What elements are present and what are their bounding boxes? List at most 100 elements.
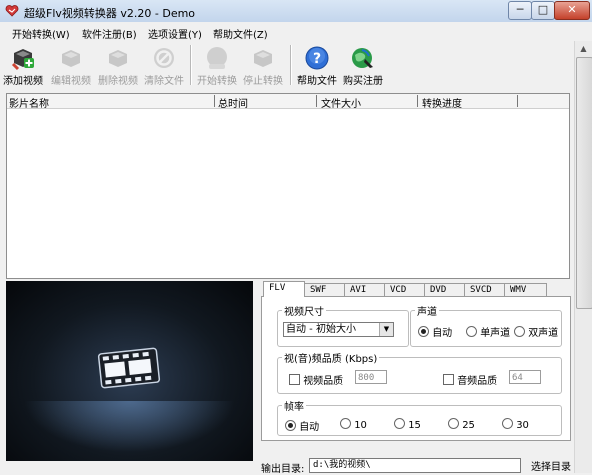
close-button[interactable]: ✕ [554,1,590,20]
stop-convert-button[interactable]: 停止转换 [240,41,286,89]
flv-settings-panel: 视频尺寸 自动 - 初始大小 ▼ 声道 自动 单声道 双声道 视(音)频品质 (… [261,296,571,441]
audio-quality-label: 音频品质 [457,376,498,387]
column-total-time[interactable]: 总时间 [218,95,248,110]
start-convert-label: 开始转换 [197,76,237,87]
video-quality-checkbox[interactable]: 视频品质 [289,372,343,387]
delete-video-button[interactable]: 删除视频 [95,41,141,89]
scroll-thumb[interactable] [576,57,592,309]
menu-register[interactable]: 软件注册(B) [82,26,137,41]
column-divider[interactable] [517,95,518,107]
radio-icon [340,418,351,429]
tab-vcd[interactable]: VCD [384,283,425,296]
stop-convert-icon [254,50,272,67]
radio-icon [394,418,405,429]
delete-video-icon [109,50,127,67]
menu-options[interactable]: 选项设置(Y) [148,26,202,41]
channel-stereo-label: 双声道 [528,328,559,339]
framerate-30-label: 30 [516,420,529,431]
vertical-scrollbar[interactable]: ▲ [574,41,592,473]
scroll-up-arrow-icon[interactable]: ▲ [575,41,592,57]
video-quality-input[interactable]: 800 [355,370,387,384]
tab-svcd[interactable]: SVCD [464,283,505,296]
framerate-25-radio[interactable]: 25 [448,418,475,431]
toolbar-separator [290,45,292,85]
menu-start-convert[interactable]: 开始转换(W) [12,26,70,41]
add-video-button[interactable]: 添加视频 [0,41,46,89]
minimize-icon: ─ [516,3,524,16]
help-label: 帮助文件 [297,76,337,87]
radio-icon [466,326,477,337]
start-convert-icon [207,47,227,69]
framerate-auto-radio[interactable]: 自动 [285,418,319,433]
framerate-15-radio[interactable]: 15 [394,418,421,431]
radio-selected-icon [285,420,296,431]
quality-legend: 视(音)频品质 (Kbps) [284,354,378,365]
framerate-10-label: 10 [354,420,367,431]
video-size-select[interactable]: 自动 - 初始大小 ▼ [283,322,394,337]
framerate-10-radio[interactable]: 10 [340,418,367,431]
tab-dvd[interactable]: DVD [424,283,465,296]
title-bar: 超级Flv视频转换器 v2.20 - Demo ─ □ ✕ [0,0,592,23]
edit-video-button[interactable]: 编辑视频 [48,41,94,89]
preview-floor-glow [6,401,253,461]
radio-icon [502,418,513,429]
start-convert-button[interactable]: 开始转换 [194,41,240,89]
column-movie-name[interactable]: 影片名称 [9,95,49,110]
help-button[interactable]: ? 帮助文件 [294,41,340,89]
toolbar: 添加视频 编辑视频 删除视频 清除文件 开始转换 停止转换 ? 帮助文件 购买注… [0,41,574,89]
column-divider[interactable] [417,95,418,107]
framerate-25-label: 25 [462,420,475,431]
delete-video-label: 删除视频 [98,76,138,87]
audio-quality-input[interactable]: 64 [509,370,541,384]
maximize-button[interactable]: □ [531,1,555,20]
column-divider[interactable] [214,95,215,107]
video-list[interactable]: 影片名称 总时间 文件大小 转换进度 [6,93,570,279]
list-header: 影片名称 总时间 文件大小 转换进度 [7,94,569,110]
channel-mono-radio[interactable]: 单声道 [466,324,510,339]
tab-flv[interactable]: FLV [263,281,305,297]
checkbox-icon [443,374,454,385]
buy-register-icon [352,48,373,68]
column-divider[interactable] [316,95,317,107]
column-file-size[interactable]: 文件大小 [321,95,361,110]
svg-text:?: ? [313,51,321,67]
channel-stereo-radio[interactable]: 双声道 [514,324,558,339]
tab-wmv[interactable]: WMV [504,283,547,296]
toolbar-separator [190,45,192,85]
maximize-icon: □ [537,3,549,16]
clear-files-icon [154,48,174,68]
menu-bar: 开始转换(W) 软件注册(B) 选项设置(Y) 帮助文件(Z) [0,22,592,42]
column-progress[interactable]: 转换进度 [422,95,462,110]
framerate-auto-label: 自动 [299,422,320,433]
channel-mono-label: 单声道 [480,328,511,339]
video-quality-label: 视频品质 [303,376,344,387]
audio-quality-checkbox[interactable]: 音频品质 [443,372,497,387]
checkbox-icon [289,374,300,385]
tab-avi[interactable]: AVI [344,283,385,296]
tab-swf[interactable]: SWF [304,283,345,296]
choose-dir-button[interactable]: 选择目录 [531,458,571,473]
buy-register-button[interactable]: 购买注册 [340,41,386,89]
close-icon: ✕ [567,3,577,16]
framerate-15-label: 15 [408,420,421,431]
app-heart-icon [5,5,19,17]
video-preview [6,281,253,461]
add-video-label: 添加视频 [3,76,43,87]
channel-legend: 声道 [417,307,437,318]
framerate-30-radio[interactable]: 30 [502,418,529,431]
channel-auto-label: 自动 [432,328,453,339]
output-dir-input[interactable]: d:\我的视频\ [309,458,521,473]
edit-video-label: 编辑视频 [51,76,91,87]
stop-convert-label: 停止转换 [243,76,283,87]
menu-help[interactable]: 帮助文件(Z) [213,26,268,41]
buy-register-label: 购买注册 [343,76,383,87]
dropdown-arrow-icon[interactable]: ▼ [379,323,393,336]
channel-auto-radio[interactable]: 自动 [418,324,452,339]
window-title: 超级Flv视频转换器 v2.20 - Demo [24,7,196,20]
edit-video-icon [62,50,80,67]
clear-files-button[interactable]: 清除文件 [141,41,187,89]
radio-icon [514,326,525,337]
radio-selected-icon [418,326,429,337]
video-size-legend: 视频尺寸 [284,307,324,318]
minimize-button[interactable]: ─ [508,1,532,20]
